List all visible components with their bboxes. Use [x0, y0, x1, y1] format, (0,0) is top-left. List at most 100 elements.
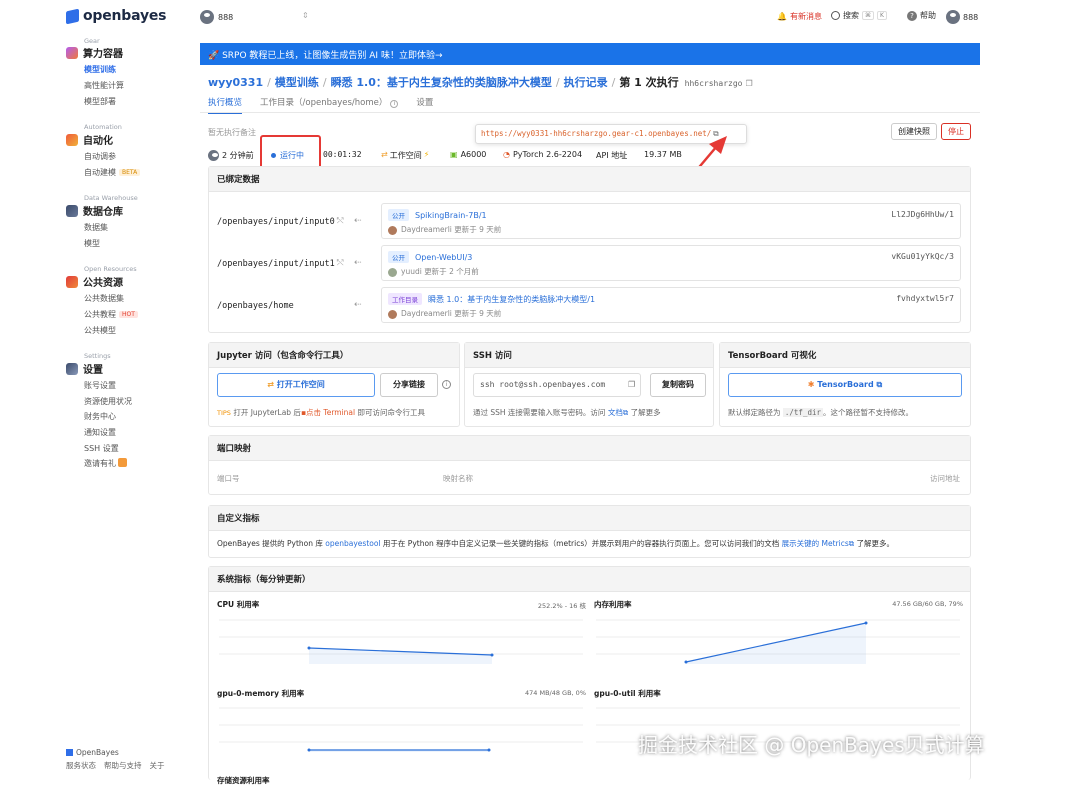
search-button[interactable]: 搜索 ⌘ K	[831, 10, 887, 21]
sidebar-item-automl[interactable]: 自动建模 BETA	[84, 167, 141, 178]
data-point[interactable]	[307, 748, 311, 752]
terminal-link[interactable]: 点击 Terminal	[306, 408, 355, 417]
dataset-link[interactable]: SpikingBrain-7B/1	[415, 211, 487, 220]
data-point[interactable]	[487, 748, 491, 752]
owner-name[interactable]: Daydreamerli	[401, 309, 452, 318]
workspace-avatar	[200, 10, 214, 24]
data-point[interactable]	[490, 653, 494, 657]
sidebar-item-public-datasets[interactable]: 公共数据集	[84, 293, 124, 304]
custom-metrics-panel: 自定义指标	[208, 505, 971, 558]
chevron-updown-icon[interactable]: ⇕	[302, 11, 309, 20]
breadcrumb-user[interactable]: wyy0331	[208, 76, 263, 89]
column-mapping-name: 映射名称	[443, 474, 473, 483]
search-label: 搜索	[843, 11, 859, 20]
sidebar-section-label: 数据仓库	[83, 207, 123, 218]
owner-name[interactable]: Daydreamerli	[401, 225, 452, 234]
chart-title: gpu-0-util 利用率	[594, 689, 661, 698]
news-link[interactable]: 🔔 有新消息	[777, 11, 822, 22]
gpu-type: ▣ A6000	[450, 150, 486, 159]
section-caption-gear: Gear	[84, 37, 100, 45]
sidebar-item-datasets[interactable]: 数据集	[84, 222, 108, 233]
public-section-icon	[66, 275, 78, 288]
sidebar-section-settings[interactable]: 设置	[66, 361, 103, 376]
mount-path: /openbayes/home	[217, 301, 294, 311]
data-point[interactable]	[864, 621, 868, 625]
external-link-icon[interactable]: ⧉	[623, 408, 628, 417]
ssh-command-field[interactable]: ssh root@ssh.openbayes.com	[473, 373, 641, 397]
sidebar-item-notifications[interactable]: 通知设置	[84, 427, 116, 438]
unlink-icon[interactable]: ⤲	[337, 258, 343, 268]
sidebar-item-hpc[interactable]: 高性能计算	[84, 80, 124, 91]
copy-icon[interactable]: ❐	[628, 380, 635, 389]
bound-data-row[interactable]: 工作目录 瞬悉 1.0：基于内生复杂性的类脑脉冲大模型/1 Daydreamerl…	[381, 287, 961, 323]
sidebar-item-public-models[interactable]: 公共模型	[84, 325, 116, 336]
breadcrumb-current: 第 1 次执行	[619, 76, 679, 89]
dataset-hash: fvhdyxtwl5r7	[896, 294, 954, 303]
bound-data-row[interactable]: 公开 Open-WebUI/3 yuudi 更新于 2 个月前 vKGu01yYk…	[381, 245, 961, 281]
sidebar-item-deploy[interactable]: 模型部署	[84, 96, 116, 107]
footer-link-status[interactable]: 服务状态	[66, 760, 96, 771]
open-workspace-button[interactable]: ⇄ 打开工作空间	[217, 373, 375, 397]
data-point[interactable]	[307, 646, 311, 650]
copy-password-button[interactable]: 复制密码	[650, 373, 706, 397]
dataset-link[interactable]: Open-WebUI/3	[415, 253, 472, 262]
copy-icon[interactable]: ❐	[745, 79, 752, 88]
sidebar-section-automation[interactable]: 自动化	[66, 132, 113, 147]
info-icon[interactable]: i	[442, 380, 451, 389]
arrow-left-icon: ⇠	[354, 300, 362, 310]
footer-link-help[interactable]: 帮助与支持	[104, 760, 142, 771]
openbayestool-link[interactable]: openbayestool	[325, 539, 380, 548]
logo[interactable]: openbayes	[66, 8, 166, 24]
tip-text: 即可访问命令行工具	[357, 408, 426, 417]
sidebar-item-public-tutorials[interactable]: 公共教程 HOT	[84, 309, 138, 320]
announcement-banner[interactable]: 🚀 SRPO 教程已上线，让图像生成告别 AI 味！立即体验→	[200, 43, 980, 65]
workspace-link[interactable]: ⇄ 工作空间 ⚡	[381, 150, 429, 161]
sidebar-section-gear[interactable]: 算力容器	[66, 45, 123, 60]
chart-title-cut: 存储资源利用率	[217, 776, 270, 785]
breadcrumb-project[interactable]: 瞬悉 1.0：基于内生复杂性的类脑脉冲大模型	[331, 76, 552, 89]
breadcrumb-section[interactable]: 模型训练	[275, 76, 319, 89]
user-menu[interactable]: 888	[946, 10, 978, 24]
data-point[interactable]	[684, 660, 688, 664]
sidebar-item-autotune[interactable]: 自动调参	[84, 151, 116, 162]
sidebar-section-warehouse[interactable]: 数据仓库	[66, 203, 123, 218]
cpu-usage-chart	[219, 619, 583, 664]
external-link-icon: ⧉	[876, 380, 883, 389]
workspace-switcher[interactable]: 888	[200, 10, 233, 24]
memory-usage-chart	[596, 619, 960, 664]
sidebar-item-model-training[interactable]: 模型训练	[84, 64, 116, 75]
sidebar-item-account[interactable]: 账号设置	[84, 380, 116, 391]
automation-section-icon	[66, 133, 78, 146]
help-link[interactable]: ? 帮助	[907, 10, 936, 21]
sidebar-section-label: 算力容器	[83, 49, 123, 60]
sidebar-item-models[interactable]: 模型	[84, 238, 100, 249]
footer-brand: OpenBayes	[66, 748, 119, 757]
ssh-doc-link[interactable]: 文档	[608, 408, 623, 417]
footer-link-about[interactable]: 关于	[150, 760, 165, 771]
breadcrumb-records[interactable]: 执行记录	[564, 76, 608, 89]
sidebar-item-invite[interactable]: 邀请有礼	[84, 458, 127, 469]
metrics-doc-link[interactable]: 展示关键的 Metrics	[782, 539, 849, 548]
api-address-link[interactable]: API 地址	[596, 150, 627, 161]
sidebar-item-usage[interactable]: 资源使用状况	[84, 396, 132, 407]
external-link-icon[interactable]: ⧉	[849, 539, 854, 548]
sidebar-item-finance[interactable]: 财务中心	[84, 411, 116, 422]
ssh-desc-text: 通过 SSH 连接需要输入账号密码。访问	[473, 408, 606, 417]
sidebar-section-label: 设置	[83, 365, 103, 376]
workspace-icon: ⇄	[267, 380, 277, 389]
column-access-url: 访问地址	[930, 474, 960, 483]
stop-button[interactable]: 停止	[941, 123, 971, 140]
execution-note[interactable]: 暂无执行备注	[208, 127, 256, 138]
user-avatar	[946, 10, 960, 24]
sidebar-item-ssh[interactable]: SSH 设置	[84, 443, 119, 454]
bound-data-row[interactable]: 公开 SpikingBrain-7B/1 Daydreamerli 更新于 9 天…	[381, 203, 961, 239]
tab-workdir-label: 工作目录（/openbayes/home）	[260, 98, 388, 108]
create-snapshot-button[interactable]: 创建快照	[891, 123, 937, 140]
owner-name[interactable]: yuudi	[401, 267, 422, 276]
unlink-icon[interactable]: ⤲	[337, 216, 343, 226]
sidebar: openbayes Gear 算力容器 模型训练 高性能计算 模型部署 Auto…	[0, 0, 198, 780]
dataset-link[interactable]: 瞬悉 1.0：基于内生复杂性的类脑脉冲大模型/1	[428, 295, 595, 304]
sidebar-section-public[interactable]: 公共资源	[66, 274, 123, 289]
tensorboard-button[interactable]: ✱ TensorBoard ⧉	[728, 373, 962, 397]
share-link-button[interactable]: 分享链接	[380, 373, 438, 397]
